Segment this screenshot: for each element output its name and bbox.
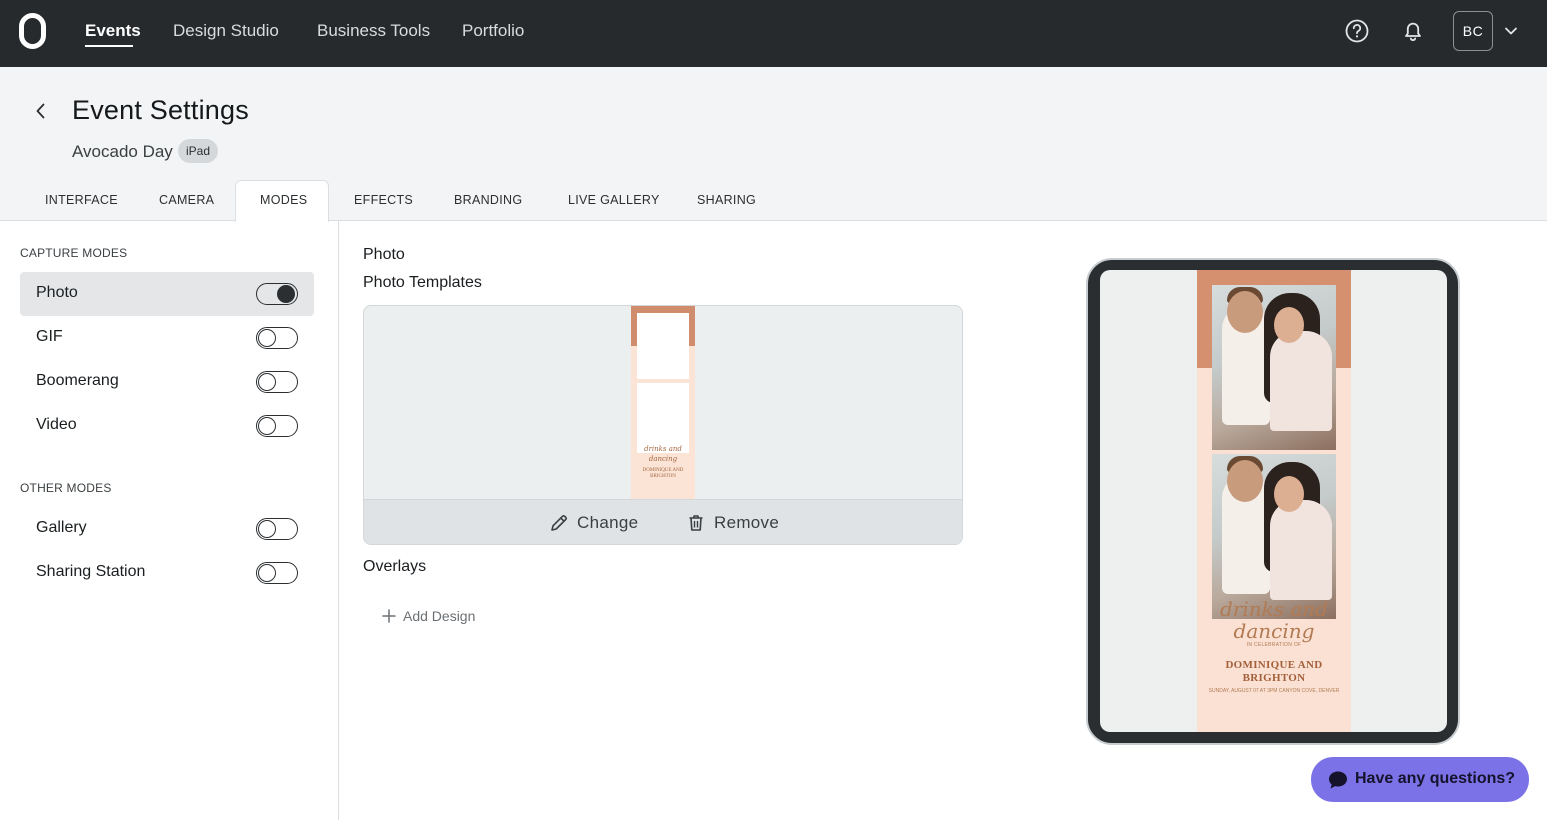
bell-icon[interactable] bbox=[1400, 18, 1426, 44]
toggle-knob bbox=[257, 563, 276, 582]
thumbnail-names-text: DOMINIQUE AND BRIGHTON bbox=[642, 468, 684, 479]
other-modes-label: OTHER MODES bbox=[20, 481, 112, 495]
ipad-preview: drinks and dancing IN CELEBRATION OF DOM… bbox=[1086, 258, 1460, 745]
person-shape bbox=[1227, 291, 1263, 333]
mode-label: Boomerang bbox=[36, 372, 119, 389]
toggle-knob bbox=[257, 519, 276, 538]
brand-logo[interactable] bbox=[19, 13, 46, 49]
strip-photo bbox=[1212, 454, 1336, 619]
chat-widget-button[interactable]: Have any questions? bbox=[1311, 757, 1529, 802]
mode-title: Photo bbox=[363, 246, 405, 263]
person-shape bbox=[1227, 460, 1263, 502]
person-shape bbox=[1274, 476, 1304, 512]
mode-label: Gallery bbox=[36, 519, 87, 536]
boomerang-toggle[interactable] bbox=[256, 371, 298, 393]
event-name: Avocado Day bbox=[72, 142, 173, 161]
gallery-toggle[interactable] bbox=[256, 518, 298, 540]
nav-events[interactable]: Events bbox=[85, 21, 141, 41]
tab-interface[interactable]: INTERFACE bbox=[45, 193, 118, 207]
toggle-knob bbox=[257, 416, 276, 435]
strip-script-text: drinks and dancing bbox=[1220, 597, 1328, 643]
photo-toggle[interactable] bbox=[256, 283, 298, 305]
person-shape bbox=[1270, 331, 1332, 431]
mode-label: Video bbox=[36, 416, 77, 433]
remove-button[interactable]: Remove bbox=[714, 513, 779, 533]
mode-row-video[interactable]: Video bbox=[20, 404, 314, 448]
tab-live-gallery[interactable]: LIVE GALLERY bbox=[568, 193, 660, 207]
back-arrow-icon[interactable] bbox=[31, 101, 51, 121]
thumbnail-script-text: drinks and dancing bbox=[644, 445, 682, 463]
chevron-down-icon[interactable] bbox=[1503, 23, 1519, 39]
page-header: Event Settings Avocado Day iPad INTERFAC… bbox=[0, 67, 1547, 222]
template-card: drinks and dancing DOMINIQUE AND BRIGHTO… bbox=[363, 305, 963, 545]
tab-sharing[interactable]: SHARING bbox=[697, 193, 756, 207]
mode-row-photo[interactable]: Photo bbox=[20, 272, 314, 316]
mode-label: Sharing Station bbox=[36, 563, 146, 580]
modes-sidebar: CAPTURE MODES Photo GIF Boomerang Video … bbox=[0, 221, 339, 820]
help-icon[interactable] bbox=[1344, 18, 1370, 44]
template-thumbnail[interactable]: drinks and dancing DOMINIQUE AND BRIGHTO… bbox=[631, 306, 695, 499]
add-design-button[interactable]: Add Design bbox=[381, 608, 475, 624]
capture-modes-label: CAPTURE MODES bbox=[20, 246, 128, 260]
chat-label: Have any questions? bbox=[1355, 770, 1516, 787]
pencil-icon[interactable] bbox=[549, 513, 569, 533]
page-title: Event Settings bbox=[72, 95, 249, 125]
chat-bubble-icon bbox=[1329, 771, 1347, 789]
nav-portfolio[interactable]: Portfolio bbox=[462, 21, 524, 41]
top-nav: Events Design Studio Business Tools Port… bbox=[0, 0, 1547, 67]
gif-toggle[interactable] bbox=[256, 327, 298, 349]
strip-date-text: SUNDAY, AUGUST 07 AT 3PM CANYON COVE, DE… bbox=[1208, 688, 1340, 694]
nav-business-tools[interactable]: Business Tools bbox=[317, 21, 430, 41]
thumbnail-photo-slot bbox=[637, 313, 689, 379]
device-badge: iPad bbox=[178, 139, 219, 163]
mode-row-gallery[interactable]: Gallery bbox=[20, 507, 314, 551]
toggle-knob bbox=[257, 328, 276, 347]
strip-names-text: DOMINIQUE AND BRIGHTON bbox=[1225, 659, 1323, 684]
mode-row-boomerang[interactable]: Boomerang bbox=[20, 360, 314, 404]
toggle-knob bbox=[257, 372, 276, 391]
person-shape bbox=[1270, 500, 1332, 600]
photo-strip-preview: drinks and dancing IN CELEBRATION OF DOM… bbox=[1197, 270, 1351, 732]
change-button[interactable]: Change bbox=[577, 513, 638, 533]
tab-camera[interactable]: CAMERA bbox=[159, 193, 214, 207]
person-shape bbox=[1274, 307, 1304, 343]
user-initials: BC bbox=[1462, 23, 1484, 39]
mode-label: GIF bbox=[36, 328, 63, 345]
strip-photo bbox=[1212, 285, 1336, 450]
template-actions-bar: Change Remove bbox=[364, 499, 962, 544]
thumbnail-photo-slot bbox=[637, 383, 689, 453]
ipad-screen: drinks and dancing IN CELEBRATION OF DOM… bbox=[1100, 270, 1447, 732]
tab-modes[interactable]: MODES bbox=[260, 193, 307, 207]
nav-active-underline bbox=[85, 45, 133, 47]
nav-design-studio[interactable]: Design Studio bbox=[173, 21, 279, 41]
toggle-knob bbox=[277, 284, 295, 303]
overlays-title: Overlays bbox=[363, 558, 427, 575]
trash-icon[interactable] bbox=[686, 513, 706, 533]
strip-sub-text: IN CELEBRATION OF bbox=[1246, 642, 1302, 648]
sharing-station-toggle[interactable] bbox=[256, 562, 298, 584]
video-toggle[interactable] bbox=[256, 415, 298, 437]
mode-row-sharing-station[interactable]: Sharing Station bbox=[20, 551, 314, 595]
tab-effects[interactable]: EFFECTS bbox=[354, 193, 413, 207]
add-design-label: Add Design bbox=[403, 608, 476, 624]
mode-label: Photo bbox=[36, 284, 78, 301]
photo-templates-title: Photo Templates bbox=[363, 274, 482, 291]
plus-icon bbox=[382, 609, 396, 623]
user-avatar[interactable]: BC bbox=[1453, 11, 1493, 51]
tab-branding[interactable]: BRANDING bbox=[454, 193, 522, 207]
mode-row-gif[interactable]: GIF bbox=[20, 316, 314, 360]
